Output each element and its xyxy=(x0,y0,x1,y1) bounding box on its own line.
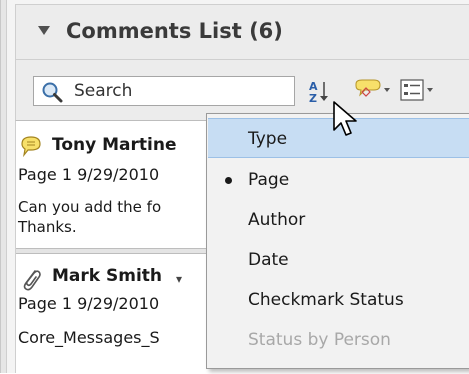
menu-item-checkmark-status[interactable]: Checkmark Status xyxy=(208,280,469,320)
list-options-icon[interactable] xyxy=(400,78,436,104)
search-placeholder: Search xyxy=(74,81,133,101)
paperclip-icon xyxy=(23,270,41,291)
comment-author: Mark Smith xyxy=(52,266,163,286)
magnifier-icon xyxy=(42,82,63,103)
comment-meta: Page 1 9/29/2010 xyxy=(18,165,160,184)
panel-left-edge xyxy=(1,0,7,373)
panel-title: Comments List (6) xyxy=(66,19,283,43)
selected-bullet-icon xyxy=(225,177,232,184)
comment-meta: Page 1 9/29/2010 xyxy=(18,294,160,313)
sort-az-icon[interactable]: A Z xyxy=(306,78,332,104)
menu-item-page[interactable]: Page xyxy=(208,160,469,200)
comment-body-line: Thanks. xyxy=(18,218,77,236)
comments-toolbar: Search A Z xyxy=(15,60,469,120)
mouse-pointer-icon xyxy=(333,101,357,136)
speech-bubble-icon xyxy=(21,136,41,157)
menu-item-date[interactable]: Date xyxy=(208,240,469,280)
comment-body-line: Core_Messages_S xyxy=(18,328,160,347)
chevron-down-icon[interactable]: ▾ xyxy=(176,272,182,286)
comments-panel: Comments List (6) Search A Z Tony Martin… xyxy=(0,0,469,373)
menu-item-author[interactable]: Author xyxy=(208,200,469,240)
svg-text:Z: Z xyxy=(309,92,317,104)
menu-item-status-by-person: Status by Person xyxy=(248,330,391,350)
comments-list-header[interactable]: Comments List (6) xyxy=(15,4,469,60)
sort-by-menu: Type Page Author Date Checkmark Status S… xyxy=(206,113,469,369)
search-input[interactable]: Search xyxy=(33,76,295,106)
comment-body-line: Can you add the fo xyxy=(18,198,162,216)
comment-author: Tony Martine xyxy=(52,135,177,155)
collapse-triangle-icon[interactable] xyxy=(38,26,50,35)
